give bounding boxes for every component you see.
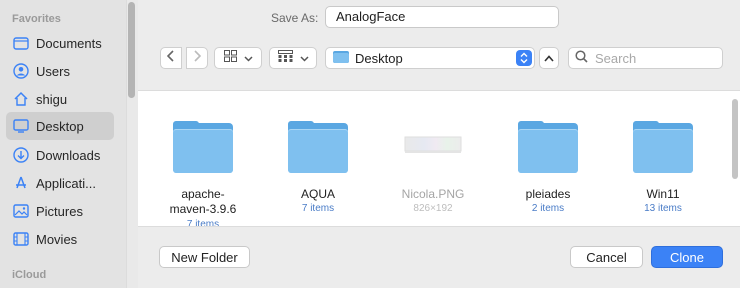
sidebar-item-shigu[interactable]: shigu — [6, 85, 114, 113]
file-meta: 2 items — [531, 203, 565, 214]
location-label: Desktop — [355, 50, 403, 66]
group-button[interactable] — [269, 47, 317, 69]
sidebar-item-label: Downloads — [36, 147, 101, 163]
document-folder-icon — [13, 35, 29, 51]
file-name: apache- maven-3.9.6 — [169, 187, 237, 216]
sidebar-item-desktop[interactable]: Desktop — [6, 112, 114, 140]
file-meta: 13 items — [644, 203, 682, 214]
chevron-up-icon — [544, 49, 554, 67]
file-meta: 7 items — [301, 203, 335, 214]
toolbar: Desktop Search — [138, 47, 740, 71]
sidebar-item-label: Movies — [36, 231, 78, 247]
search-placeholder: Search — [595, 50, 637, 66]
new-folder-button[interactable]: New Folder — [159, 246, 250, 268]
browser-scrollbar[interactable] — [732, 99, 738, 179]
sidebar-item-movies[interactable]: Movies — [6, 225, 114, 253]
file-meta: 7 items — [186, 219, 220, 227]
sidebar-item-label: Pictures — [36, 203, 83, 219]
sidebar-item-label: shigu — [36, 91, 68, 107]
save-as-label: Save As: — [271, 11, 319, 25]
grid-view-icon — [223, 49, 237, 67]
file-name: Win11 — [646, 187, 680, 201]
search-icon — [575, 50, 588, 66]
file-name: AQUA — [300, 187, 335, 201]
movies-icon — [13, 231, 29, 247]
sidebar-item-documents[interactable]: Documents — [6, 29, 114, 57]
sidebar-item-downloads[interactable]: Downloads — [6, 141, 114, 169]
file-meta: 826×192 — [413, 203, 453, 214]
save-dialog: Save As: AnalogFace Desktop Search apach… — [138, 0, 740, 288]
chevron-right-icon — [193, 49, 202, 67]
sidebar: Favorites Documents Users shigu Desktop … — [0, 0, 138, 288]
sidebar-item-users[interactable]: Users — [6, 57, 114, 85]
chevron-down-icon — [299, 49, 309, 67]
sidebar-item-pictures[interactable]: Pictures — [6, 197, 114, 225]
folder-icon — [518, 121, 578, 173]
back-button[interactable] — [160, 47, 182, 69]
clone-button[interactable]: Clone — [651, 246, 723, 268]
chevron-left-icon — [166, 49, 175, 67]
file-browser: apache- maven-3.9.6 7 items AQUA 7 items… — [138, 90, 740, 227]
view-icons-button[interactable] — [214, 47, 262, 69]
image-thumbnail-icon — [403, 121, 463, 173]
desktop-folder-icon — [333, 50, 349, 66]
user-circle-icon — [13, 63, 29, 79]
sidebar-item-label: Desktop — [36, 118, 84, 134]
sidebar-item-applications[interactable]: Applicati... — [6, 169, 114, 197]
home-icon — [13, 91, 29, 107]
folder-icon — [633, 121, 693, 173]
forward-button[interactable] — [186, 47, 208, 69]
search-field[interactable]: Search — [568, 47, 723, 69]
favorites-header: Favorites — [12, 13, 61, 25]
stepper-icon — [516, 50, 532, 66]
sidebar-item-label: Users — [36, 63, 70, 79]
applications-icon — [13, 175, 29, 191]
folder-icon — [173, 121, 233, 173]
file-name: Nicola.PNG — [401, 187, 465, 201]
icloud-header: iCloud — [12, 269, 47, 281]
sidebar-item-label: Applicati... — [36, 175, 96, 191]
group-grid-icon — [277, 49, 293, 67]
sidebar-scrollbar[interactable] — [128, 2, 135, 98]
cancel-button[interactable]: Cancel — [570, 246, 643, 268]
save-as-input[interactable]: AnalogFace — [325, 6, 559, 28]
chevron-down-icon — [243, 49, 253, 67]
location-select[interactable]: Desktop — [325, 47, 535, 69]
folder-icon — [288, 121, 348, 173]
pictures-icon — [13, 203, 29, 219]
download-icon — [13, 147, 29, 163]
sidebar-item-label: Documents — [36, 35, 102, 51]
collapse-button[interactable] — [539, 47, 559, 69]
file-name: pleiades — [525, 187, 571, 201]
desktop-icon — [13, 118, 29, 134]
